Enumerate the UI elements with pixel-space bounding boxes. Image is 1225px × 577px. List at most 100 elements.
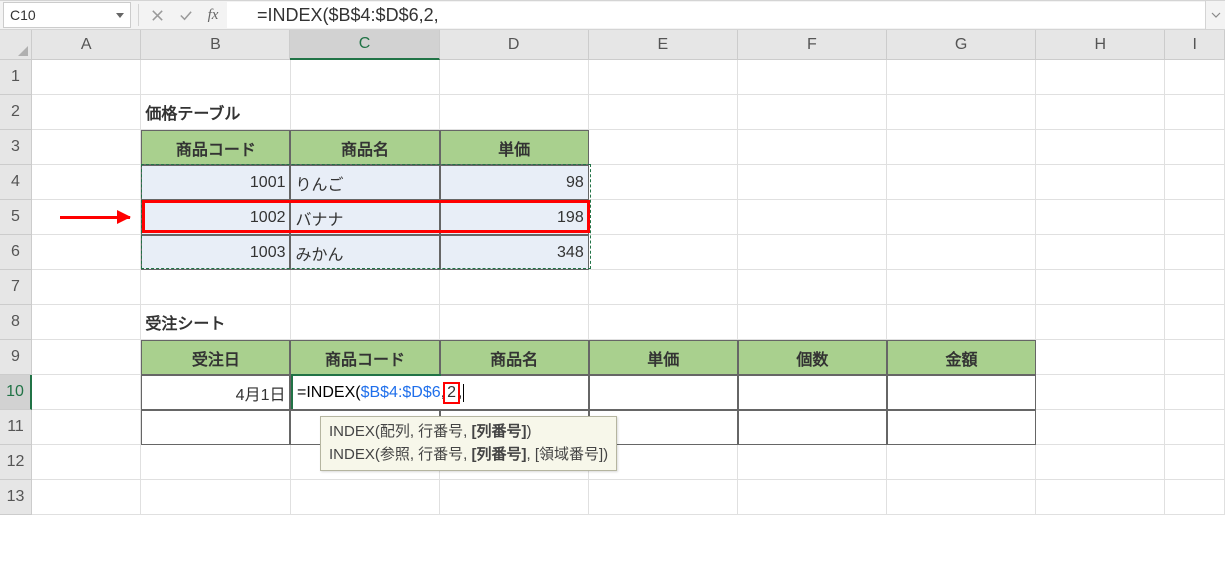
cell[interactable] xyxy=(1036,305,1165,340)
cell[interactable]: 商品名 xyxy=(440,340,589,375)
cell[interactable] xyxy=(1036,60,1165,95)
cell[interactable] xyxy=(738,305,887,340)
column-header-C[interactable]: C xyxy=(290,30,439,60)
cell[interactable] xyxy=(32,235,141,270)
fx-button[interactable]: fx xyxy=(199,2,227,28)
cell[interactable]: 商品名 xyxy=(290,130,439,165)
cell[interactable] xyxy=(1165,410,1225,445)
cell[interactable] xyxy=(1165,235,1225,270)
cell[interactable] xyxy=(440,480,589,515)
cell[interactable] xyxy=(141,410,290,445)
column-header-I[interactable]: I xyxy=(1165,30,1225,60)
name-box[interactable]: C10 xyxy=(3,2,131,28)
row-header-13[interactable]: 13 xyxy=(0,480,32,515)
cell[interactable]: 1002 xyxy=(141,200,290,235)
cell[interactable] xyxy=(1165,60,1225,95)
cell[interactable] xyxy=(738,480,887,515)
cell[interactable]: 単価 xyxy=(589,340,738,375)
cell[interactable]: みかん xyxy=(290,235,439,270)
cell[interactable] xyxy=(589,375,738,410)
cell[interactable] xyxy=(32,480,141,515)
cell[interactable] xyxy=(887,165,1036,200)
formula-bar-expand[interactable] xyxy=(1205,1,1225,29)
cell[interactable] xyxy=(440,60,589,95)
cell[interactable] xyxy=(738,270,887,305)
cell[interactable] xyxy=(141,480,290,515)
cell[interactable] xyxy=(32,445,141,480)
cell[interactable] xyxy=(589,305,738,340)
cell[interactable] xyxy=(1165,305,1225,340)
row-header-5[interactable]: 5 xyxy=(0,200,32,235)
cell[interactable] xyxy=(738,60,887,95)
cell[interactable] xyxy=(887,95,1036,130)
row-header-7[interactable]: 7 xyxy=(0,270,32,305)
cell[interactable] xyxy=(440,305,589,340)
cell[interactable] xyxy=(291,270,440,305)
cell[interactable] xyxy=(1165,480,1225,515)
cell[interactable] xyxy=(141,270,290,305)
cell[interactable] xyxy=(887,305,1036,340)
row-header-6[interactable]: 6 xyxy=(0,235,32,270)
row-header-9[interactable]: 9 xyxy=(0,340,32,375)
cell[interactable] xyxy=(589,235,738,270)
row-header-4[interactable]: 4 xyxy=(0,165,32,200)
cell[interactable] xyxy=(291,305,440,340)
cell[interactable]: 価格テーブル xyxy=(141,95,290,130)
cell[interactable] xyxy=(1165,95,1225,130)
cell[interactable] xyxy=(738,165,887,200)
cell[interactable] xyxy=(1036,445,1165,480)
cell[interactable] xyxy=(589,480,738,515)
cell[interactable] xyxy=(1165,445,1225,480)
cell[interactable] xyxy=(1036,200,1165,235)
cell[interactable] xyxy=(32,270,141,305)
cell[interactable] xyxy=(440,95,589,130)
column-header-D[interactable]: D xyxy=(440,30,589,60)
cell[interactable] xyxy=(32,305,141,340)
row-header-12[interactable]: 12 xyxy=(0,445,32,480)
row-header-10[interactable]: 10 xyxy=(0,375,32,410)
cell[interactable]: りんご xyxy=(290,165,439,200)
cell[interactable] xyxy=(32,200,141,235)
cell[interactable] xyxy=(1036,375,1165,410)
cell[interactable] xyxy=(32,340,141,375)
select-all-corner[interactable] xyxy=(0,30,32,60)
name-box-dropdown-icon[interactable] xyxy=(116,13,124,18)
cell[interactable] xyxy=(738,95,887,130)
cell[interactable] xyxy=(738,235,887,270)
cell[interactable] xyxy=(1036,480,1165,515)
cell[interactable] xyxy=(1036,130,1165,165)
cell[interactable] xyxy=(1165,165,1225,200)
cell[interactable] xyxy=(738,200,887,235)
cell[interactable] xyxy=(738,410,887,445)
cell[interactable] xyxy=(291,95,440,130)
cell[interactable] xyxy=(32,375,141,410)
cell[interactable]: 1003 xyxy=(141,235,290,270)
cell[interactable] xyxy=(291,60,440,95)
cell[interactable] xyxy=(440,270,589,305)
cell[interactable] xyxy=(1165,375,1225,410)
cell[interactable]: 198 xyxy=(440,200,589,235)
cell[interactable] xyxy=(887,130,1036,165)
cell[interactable]: 受注日 xyxy=(141,340,290,375)
cell[interactable] xyxy=(589,200,738,235)
cell[interactable] xyxy=(887,270,1036,305)
cell[interactable] xyxy=(887,445,1036,480)
cell[interactable] xyxy=(1165,200,1225,235)
cell[interactable]: 商品コード xyxy=(141,130,290,165)
row-header-1[interactable]: 1 xyxy=(0,60,32,95)
grid-body[interactable]: 価格テーブル商品コード商品名単価1001りんご981002バナナ1981003み… xyxy=(32,60,1225,515)
column-header-B[interactable]: B xyxy=(141,30,290,60)
cell[interactable] xyxy=(32,410,141,445)
cell[interactable] xyxy=(738,375,887,410)
row-header-8[interactable]: 8 xyxy=(0,305,32,340)
cell[interactable] xyxy=(1036,410,1165,445)
cell[interactable] xyxy=(589,165,738,200)
cell[interactable] xyxy=(32,165,141,200)
cell[interactable]: バナナ xyxy=(290,200,439,235)
cell[interactable]: 1001 xyxy=(141,165,290,200)
cell[interactable] xyxy=(1165,130,1225,165)
cell[interactable]: 98 xyxy=(440,165,589,200)
cell[interactable] xyxy=(1036,340,1165,375)
cell[interactable] xyxy=(141,60,290,95)
cell[interactable] xyxy=(589,95,738,130)
